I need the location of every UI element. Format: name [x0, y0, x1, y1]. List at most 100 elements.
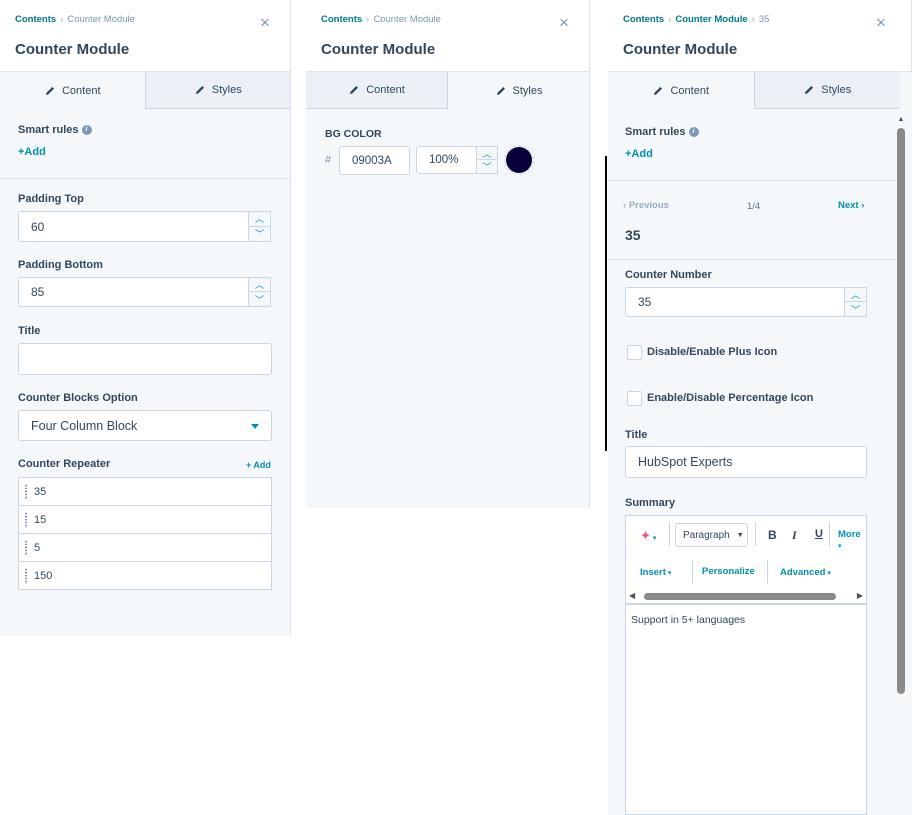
hash-label: # [325, 154, 332, 166]
counter-blocks-selected-value: Four Column Block [31, 418, 138, 433]
breadcrumb-contents-link[interactable]: Contents [15, 14, 56, 25]
scrollbar-thumb[interactable] [644, 593, 836, 600]
pencil-icon [195, 86, 204, 94]
module-editor-panel-styles: Contents › Counter Module Counter Module ×… [306, 0, 590, 508]
toolbar-separator [767, 560, 768, 584]
repeater-item[interactable]: 35 [18, 477, 272, 506]
color-swatch[interactable] [506, 147, 532, 173]
panel-title: Counter Module [15, 41, 130, 58]
padding-top-input[interactable]: 60 [18, 211, 249, 242]
drag-handle-icon[interactable] [24, 539, 28, 556]
title-label: Title [18, 325, 41, 337]
smart-rules-label: Smart rules i [625, 126, 699, 138]
close-icon[interactable]: × [556, 14, 572, 31]
tab-styles[interactable]: Styles [447, 72, 589, 109]
repeater-item-label: 5 [34, 541, 41, 554]
pencil-icon [805, 86, 814, 94]
drag-handle-icon[interactable] [24, 511, 28, 528]
advanced-menu-button[interactable]: Advanced ▾ [780, 567, 831, 578]
chevron-up-icon[interactable]: ︿ [477, 147, 497, 160]
chevron-right-icon[interactable]: ▶ [857, 591, 863, 600]
opacity-stepper: ︿ ﹀ [476, 146, 498, 174]
tab-content[interactable]: Content [608, 72, 755, 109]
bg-color-opacity-input[interactable]: 100% [416, 146, 477, 174]
chevron-up-icon[interactable]: ︿ [249, 212, 270, 227]
italic-button[interactable]: I [792, 528, 797, 543]
title-input[interactable] [18, 343, 272, 375]
drag-handle-icon[interactable] [24, 483, 28, 500]
close-icon[interactable]: × [873, 14, 889, 31]
counter-repeater-label: Counter Repeater [18, 458, 111, 470]
previous-button[interactable]: ‹ Previous [623, 200, 669, 211]
padding-top-stepper: ︿ ﹀ [248, 211, 271, 242]
bg-color-hex-input[interactable]: 09003A [339, 146, 410, 175]
caret-down-icon [251, 424, 259, 429]
repeater-item[interactable]: 15 [18, 505, 272, 534]
counter-number-input[interactable]: 35 [625, 287, 845, 317]
sparkle-icon[interactable]: ✦ ▾ [640, 528, 656, 544]
tab-bar: Content Styles [306, 72, 589, 109]
tab-styles-label: Styles [821, 84, 852, 96]
percentage-icon-checkbox[interactable] [627, 391, 642, 406]
next-button[interactable]: Next › [838, 200, 864, 211]
counter-repeater-add-button[interactable]: + Add [246, 460, 271, 470]
chevron-up-icon[interactable]: ▲ [896, 116, 906, 123]
more-menu-button[interactable]: More ▾ [838, 529, 866, 551]
padding-bottom-input[interactable]: 85 [18, 277, 249, 307]
tab-content[interactable]: Content [0, 72, 146, 109]
tab-styles[interactable]: Styles [145, 72, 290, 109]
chevron-up-icon[interactable]: ︿ [249, 278, 270, 292]
tab-bar: Content Styles [608, 72, 900, 109]
info-icon[interactable]: i [688, 127, 699, 138]
drag-handle-icon[interactable] [24, 567, 28, 584]
panel-title: Counter Module [623, 41, 738, 58]
breadcrumb-current: 35 [758, 14, 770, 25]
insert-menu-button[interactable]: Insert ▾ [640, 567, 671, 578]
chevron-up-icon[interactable]: ︿ [845, 288, 866, 302]
smart-rules-add-button[interactable]: +Add [18, 146, 46, 158]
tab-content-label: Content [61, 84, 101, 97]
plus-icon-checkbox[interactable] [627, 345, 642, 360]
toolbar-separator [829, 522, 830, 546]
counter-number-stepper: ︿ ﹀ [844, 287, 867, 317]
chevron-down-icon[interactable]: ﹀ [845, 302, 866, 316]
info-icon[interactable]: i [81, 125, 92, 136]
chevron-down-icon[interactable]: ﹀ [249, 227, 270, 242]
counter-blocks-option-label: Counter Blocks Option [18, 392, 138, 404]
padding-bottom-stepper: ︿ ﹀ [248, 277, 271, 307]
tab-bar: Content Styles [0, 72, 290, 109]
toolbar-separator [669, 522, 670, 546]
insert-label: Insert [640, 567, 666, 578]
close-icon[interactable]: × [257, 14, 273, 31]
bold-button[interactable]: B [768, 528, 777, 542]
repeater-item[interactable]: 5 [18, 533, 272, 562]
chevron-left-icon[interactable]: ◀ [629, 591, 635, 600]
padding-top-label: Padding Top [18, 193, 84, 205]
bg-color-label: BG COLOR [325, 128, 382, 140]
panel-title: Counter Module [321, 41, 436, 58]
scrollbar[interactable]: ▲ [896, 116, 906, 815]
smart-rules-add-button[interactable]: +Add [625, 148, 653, 160]
paragraph-style-select[interactable]: Paragraph ▼ [675, 523, 748, 547]
chevron-down-icon[interactable]: ﹀ [249, 292, 270, 306]
breadcrumb-contents-link[interactable]: Contents [623, 14, 664, 25]
toolbar-horizontal-scrollbar[interactable]: ◀ ▶ [625, 590, 867, 604]
title-input[interactable]: HubSpot Experts [625, 446, 867, 478]
divider [605, 156, 607, 451]
breadcrumb-module-link[interactable]: Counter Module [675, 14, 747, 25]
repeater-item[interactable]: 150 [18, 561, 272, 590]
pencil-icon [654, 86, 663, 95]
caret-down-icon: ▼ [736, 531, 744, 539]
personalize-button[interactable]: Personalize [702, 566, 755, 577]
tab-styles[interactable]: Styles [754, 72, 900, 109]
summary-editor[interactable]: Support in 5+ languages [625, 604, 867, 815]
scrollbar-thumb[interactable] [897, 128, 905, 694]
tab-content[interactable]: Content [306, 72, 447, 109]
toolbar-separator [692, 560, 693, 584]
summary-label: Summary [625, 497, 676, 509]
breadcrumb-current: Counter Module [67, 14, 135, 25]
underline-button[interactable]: U [815, 528, 823, 540]
chevron-down-icon[interactable]: ﹀ [477, 160, 497, 173]
breadcrumb-contents-link[interactable]: Contents [321, 14, 362, 25]
counter-blocks-select[interactable]: Four Column Block [18, 410, 272, 441]
